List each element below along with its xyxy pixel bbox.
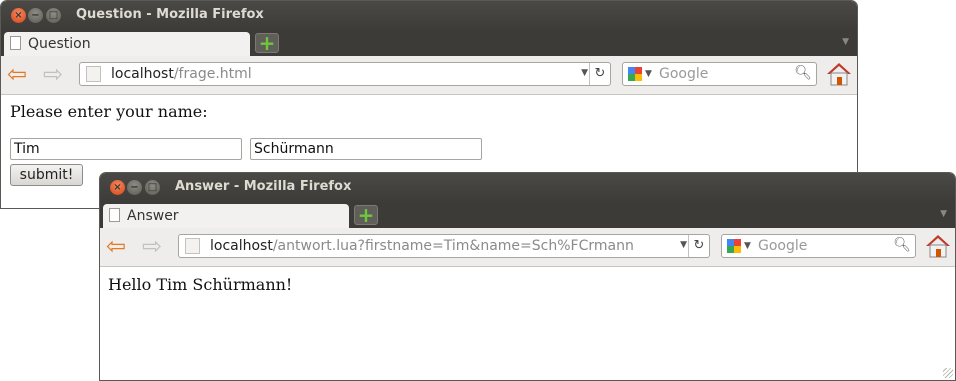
window-maximize-button[interactable]: □ [46, 8, 61, 23]
url-path: /antwort.lua?firstname=Tim&name=Sch%FCrm… [272, 238, 634, 254]
engine-dropdown-icon[interactable]: ▼ [645, 69, 652, 79]
window-title: Question - Mozilla Firefox [76, 7, 264, 22]
google-icon[interactable] [727, 239, 741, 253]
navigation-toolbar: ⇦ ⇨ localhost/antwort.lua?firstname=Tim&… [100, 228, 955, 267]
resize-grip-icon[interactable] [943, 368, 953, 378]
home-icon[interactable] [826, 61, 852, 87]
google-icon[interactable] [628, 67, 642, 81]
url-bar[interactable]: localhost/antwort.lua?firstname=Tim&name… [178, 234, 710, 258]
reload-icon[interactable]: ↻ [688, 235, 709, 257]
magnifier-icon[interactable]: 🔍︎ [893, 237, 911, 253]
title-bar[interactable]: × − □ Answer - Mozilla Firefox [100, 173, 955, 203]
submit-button[interactable]: submit! [10, 164, 83, 186]
engine-dropdown-icon[interactable]: ▼ [744, 241, 751, 251]
url-host: localhost [210, 238, 273, 254]
forward-arrow-icon[interactable]: ⇨ [43, 61, 63, 87]
tab-label: Question [28, 36, 91, 52]
magnifier-icon[interactable]: 🔍︎ [794, 65, 812, 81]
title-bar[interactable]: × − □ Question - Mozilla Firefox [1, 1, 857, 31]
tab-question[interactable]: Question [4, 32, 250, 56]
tab-strip: Question + ▼ [1, 31, 857, 56]
search-input[interactable]: Google [659, 66, 708, 82]
search-input[interactable]: Google [758, 238, 807, 254]
url-host: localhost [111, 66, 174, 82]
search-bar[interactable]: ▼ Google 🔍︎ [721, 234, 916, 258]
site-identity-icon[interactable] [185, 238, 200, 254]
url-text[interactable]: localhost/antwort.lua?firstname=Tim&name… [210, 238, 634, 254]
tab-answer[interactable]: Answer [103, 204, 349, 228]
url-history-dropdown-icon[interactable]: ▼ [680, 240, 687, 250]
forward-arrow-icon[interactable]: ⇨ [142, 233, 162, 259]
window-title: Answer - Mozilla Firefox [175, 179, 352, 194]
window-minimize-button[interactable]: − [28, 8, 43, 23]
navigation-toolbar: ⇦ ⇨ localhost/frage.html ▼ ↻ ▼ Google 🔍︎ [1, 56, 857, 95]
reload-icon[interactable]: ↻ [589, 63, 610, 85]
back-arrow-icon[interactable]: ⇦ [7, 61, 27, 87]
firstname-field[interactable]: Tim [10, 138, 242, 160]
window-maximize-button[interactable]: □ [145, 180, 160, 195]
tab-list-icon[interactable]: ▼ [842, 37, 849, 47]
window-close-button[interactable]: × [11, 8, 26, 23]
window-minimize-button[interactable]: − [127, 180, 142, 195]
new-tab-button[interactable]: + [354, 205, 378, 225]
url-history-dropdown-icon[interactable]: ▼ [581, 68, 588, 78]
url-bar[interactable]: localhost/frage.html ▼ ↻ [79, 62, 611, 86]
lastname-field[interactable]: Schürmann [250, 138, 482, 160]
search-bar[interactable]: ▼ Google 🔍︎ [622, 62, 817, 86]
tab-list-icon[interactable]: ▼ [940, 209, 947, 219]
new-tab-button[interactable]: + [255, 33, 279, 53]
url-text[interactable]: localhost/frage.html [111, 66, 252, 82]
page-icon [10, 36, 21, 50]
answer-window: × − □ Answer - Mozilla Firefox Answer + … [99, 172, 956, 381]
greeting-text: Hello Tim Schürmann! [108, 275, 293, 294]
tab-label: Answer [127, 208, 179, 224]
window-close-button[interactable]: × [110, 180, 125, 195]
home-icon[interactable] [925, 233, 951, 259]
back-arrow-icon[interactable]: ⇦ [106, 233, 126, 259]
site-identity-icon[interactable] [86, 66, 101, 82]
tab-strip: Answer + ▼ [100, 203, 955, 228]
name-prompt: Please enter your name: [10, 102, 208, 121]
url-path: /frage.html [173, 66, 252, 82]
page-content: Hello Tim Schürmann! [100, 267, 955, 380]
page-icon [109, 208, 120, 222]
